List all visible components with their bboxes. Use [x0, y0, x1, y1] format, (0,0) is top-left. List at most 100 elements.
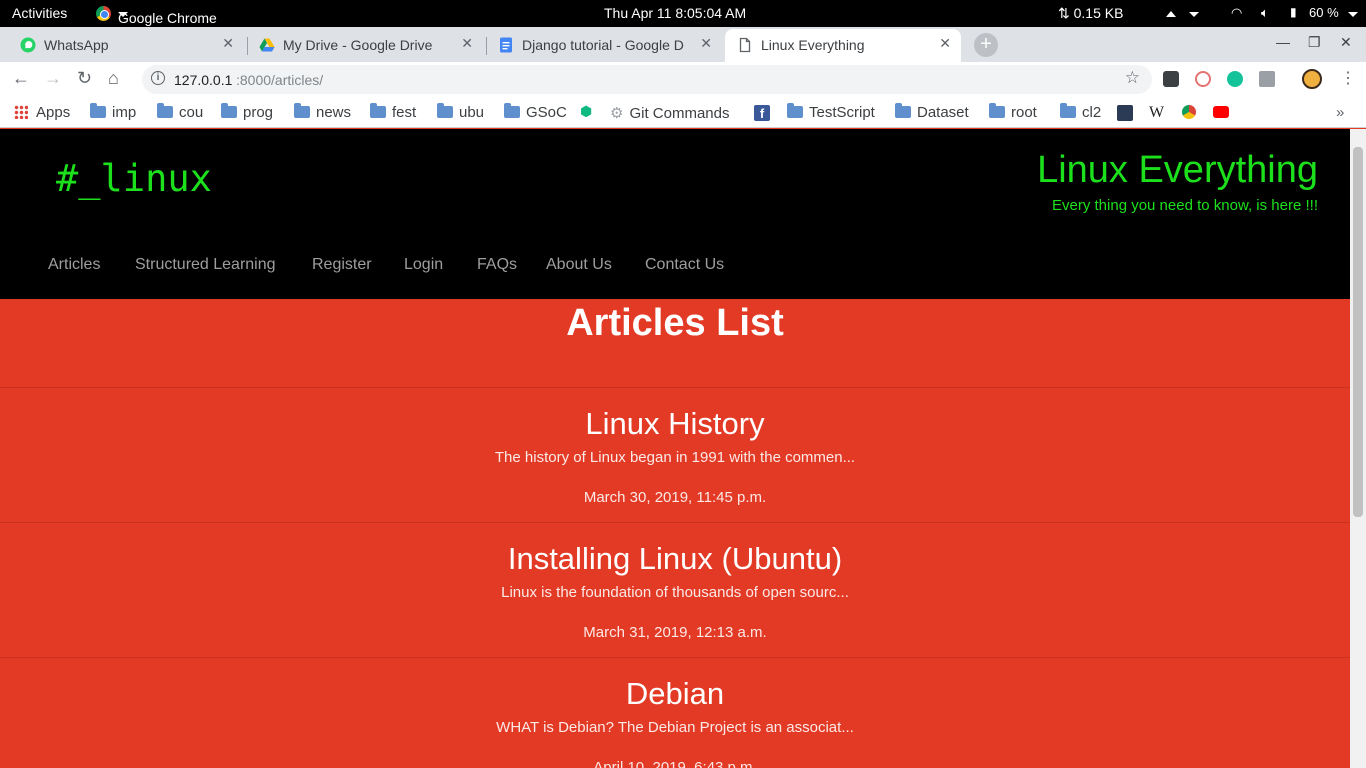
- article-title-link[interactable]: Installing Linux (Ubuntu): [0, 541, 1350, 577]
- bookmark-star-icon[interactable]: ☆: [1125, 68, 1140, 88]
- minimize-icon[interactable]: —: [1276, 34, 1290, 50]
- folder-icon: [989, 103, 1005, 118]
- google-drive-icon: [259, 38, 275, 52]
- forward-icon[interactable]: →: [44, 68, 62, 89]
- bookmark-cou[interactable]: cou: [157, 103, 204, 121]
- folder-icon: [370, 103, 386, 118]
- hexagon-bookmark-icon[interactable]: ⬢: [580, 103, 592, 120]
- close-window-icon[interactable]: ✕: [1340, 34, 1352, 51]
- bookmark-root[interactable]: root: [989, 103, 1037, 121]
- folder-icon: [437, 103, 453, 118]
- tab-whatsapp[interactable]: WhatsApp ✕: [8, 29, 244, 62]
- reload-icon[interactable]: ↻: [77, 68, 92, 89]
- page-title: Articles List: [566, 302, 784, 344]
- close-icon[interactable]: ✕: [222, 35, 234, 52]
- kv-bookmark-icon[interactable]: [1117, 105, 1133, 121]
- divider: [0, 522, 1350, 523]
- divider: [0, 657, 1350, 658]
- folder-icon: [90, 103, 106, 118]
- volume-icon[interactable]: 🔈︎: [1261, 5, 1269, 21]
- nav-structured-learning[interactable]: Structured Learning: [135, 256, 276, 274]
- bookmark-news[interactable]: news: [294, 103, 351, 121]
- nav-register[interactable]: Register: [312, 256, 372, 274]
- site-title: Linux Everything: [1037, 149, 1318, 191]
- url-host: 127.0.0.1: [174, 72, 233, 88]
- list-item: Debian WHAT is Debian? The Debian Projec…: [0, 676, 1350, 768]
- clock[interactable]: Thu Apr 11 8:05:04 AM: [604, 5, 746, 21]
- bookmark-label: TestScript: [809, 104, 875, 121]
- close-icon[interactable]: ✕: [939, 35, 951, 52]
- tab-label: My Drive - Google Drive: [283, 37, 433, 53]
- home-icon[interactable]: ⌂: [108, 68, 119, 89]
- folder-icon: [157, 103, 173, 118]
- tab-django-tutorial[interactable]: Django tutorial - Google D ✕: [486, 29, 722, 62]
- app-menu[interactable]: Google Chrome: [118, 5, 217, 26]
- nav-faqs[interactable]: FAQs: [477, 256, 517, 274]
- wikipedia-icon[interactable]: W: [1149, 104, 1164, 122]
- address-bar[interactable]: i 127.0.0.1 :8000/articles/ ☆: [142, 65, 1152, 94]
- bookmark-label: cou: [179, 104, 204, 121]
- bookmark-dataset[interactable]: Dataset: [895, 103, 969, 121]
- article-snippet: WHAT is Debian? The Debian Project is an…: [496, 719, 854, 736]
- youtube-icon[interactable]: [1213, 106, 1229, 118]
- site-brand[interactable]: #_linux: [56, 157, 212, 200]
- menu-icon[interactable]: ⋮: [1340, 68, 1356, 88]
- article-snippet: The history of Linux began in 1991 with …: [494, 449, 856, 466]
- close-icon[interactable]: ✕: [461, 35, 473, 52]
- avatar[interactable]: [1302, 69, 1322, 89]
- activities-button[interactable]: Activities: [12, 5, 67, 21]
- extension-icon[interactable]: [1195, 71, 1211, 87]
- apps-grid-icon: [14, 105, 28, 119]
- download-extension-icon[interactable]: [1259, 71, 1275, 87]
- tab-label: Linux Everything: [761, 37, 865, 53]
- bookmark-git-commands[interactable]: ⚙ Git Commands: [610, 104, 729, 122]
- system-menu-chevron-icon[interactable]: [1348, 5, 1358, 21]
- bookmark-apps[interactable]: Apps: [14, 104, 70, 121]
- google-docs-icon: [500, 37, 512, 53]
- bookmark-label: cl2: [1082, 104, 1102, 121]
- nav-articles[interactable]: Articles: [48, 256, 100, 274]
- bookmark-label: Apps: [36, 104, 71, 121]
- page-icon: [739, 37, 751, 53]
- nav-login[interactable]: Login: [404, 256, 443, 274]
- bookmark-label: root: [1011, 104, 1037, 121]
- article-snippet: Linux is the foundation of thousands of …: [501, 584, 849, 601]
- bookmark-fest[interactable]: fest: [370, 103, 416, 121]
- list-item: Installing Linux (Ubuntu) Linux is the f…: [0, 541, 1350, 643]
- bookmark-ubu[interactable]: ubu: [437, 103, 484, 121]
- nav-about-us[interactable]: About Us: [546, 256, 612, 274]
- site-info-icon[interactable]: i: [151, 71, 165, 85]
- tab-google-drive[interactable]: My Drive - Google Drive ✕: [247, 29, 483, 62]
- article-title-link[interactable]: Linux History: [0, 406, 1350, 442]
- close-icon[interactable]: ✕: [700, 35, 712, 52]
- bookmark-cl2[interactable]: cl2: [1060, 103, 1102, 121]
- scrollbar-thumb[interactable]: [1353, 147, 1363, 517]
- folder-icon: [895, 103, 911, 118]
- grammarly-icon[interactable]: [1227, 71, 1243, 87]
- article-date: March 30, 2019, 11:45 p.m.: [583, 489, 767, 506]
- site-tagline: Every thing you need to know, is here !!…: [1052, 197, 1318, 214]
- app-name: Google Chrome: [118, 10, 217, 26]
- extension-icon[interactable]: [1163, 71, 1179, 87]
- battery-icon[interactable]: ▮: [1290, 5, 1297, 19]
- battery-level: 60 %: [1309, 5, 1339, 20]
- eject-icon[interactable]: [1166, 5, 1176, 21]
- article-title-link[interactable]: Debian: [0, 676, 1350, 712]
- chevron-down-icon[interactable]: [1189, 5, 1199, 21]
- more-bookmarks-icon[interactable]: »: [1336, 104, 1344, 121]
- bookmark-imp[interactable]: imp: [90, 103, 136, 121]
- folder-icon: [787, 103, 803, 118]
- network-speed: ⇅ 0.15 KB: [1058, 5, 1124, 21]
- bookmark-prog[interactable]: prog: [221, 103, 273, 121]
- wifi-icon[interactable]: ◠: [1231, 5, 1242, 21]
- new-tab-button[interactable]: +: [974, 33, 998, 57]
- page-scrollbar[interactable]: [1350, 129, 1366, 768]
- back-icon[interactable]: ←: [12, 68, 30, 89]
- bookmark-testscript[interactable]: TestScript: [787, 103, 875, 121]
- tab-linux-everything[interactable]: Linux Everything ✕: [725, 29, 961, 62]
- chrome-bookmark-icon[interactable]: [1182, 105, 1196, 119]
- restore-icon[interactable]: ❐: [1308, 34, 1321, 51]
- facebook-icon[interactable]: f: [754, 105, 770, 121]
- bookmark-gsoc[interactable]: GSoC: [504, 103, 567, 121]
- nav-contact-us[interactable]: Contact Us: [645, 256, 724, 274]
